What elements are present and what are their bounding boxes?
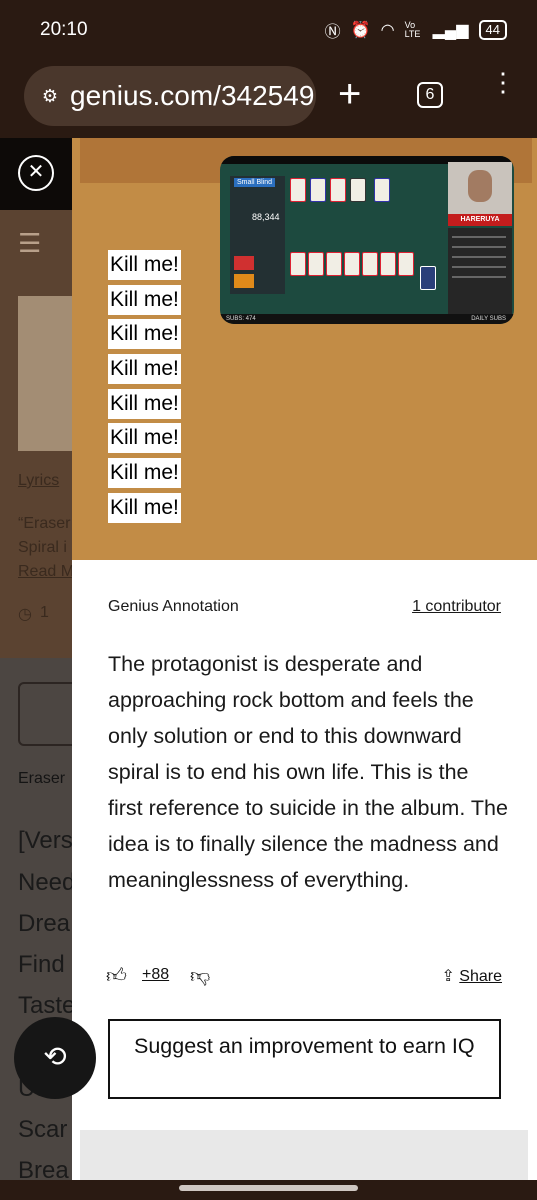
clock-icon: ◷ <box>18 606 32 623</box>
quoted-lyric-line: Kill me! <box>108 284 181 315</box>
video-card <box>290 178 306 202</box>
video-card <box>344 252 360 276</box>
annotation-body: The protagonist is desperate and approac… <box>108 652 508 892</box>
video-subs-left: SUBS: 474 <box>226 316 256 322</box>
video-chat-line <box>452 236 506 238</box>
share-label: Share <box>459 968 502 985</box>
status-icons: Ⓝ ⏰ ◠ Vo LTE ▂▄▆ 44 <box>325 18 507 42</box>
lyric-line: [Vers <box>18 827 73 854</box>
url-text[interactable]: genius.com/342549 <box>70 80 314 112</box>
thumb-up-icon[interactable]: 👍︎ <box>106 964 127 988</box>
lyric-line: Drea <box>18 910 71 937</box>
network-type: Vo LTE <box>404 20 421 39</box>
description-line: “Eraser <box>18 515 71 532</box>
battery-icon: 44 <box>478 20 507 40</box>
lyrics-link[interactable]: Lyrics <box>18 472 59 490</box>
album-label: Eraser <box>18 770 66 787</box>
video-brand-banner: HARERUYA <box>448 214 512 226</box>
wifi-icon: ◠ <box>380 22 395 39</box>
album-cover <box>18 296 72 451</box>
vote-count[interactable]: +88 <box>142 966 169 984</box>
description-line: Spiral i <box>18 539 67 556</box>
navigation-bar <box>0 1180 537 1200</box>
video-streamer <box>468 170 492 202</box>
video-bottom-bar: SUBS: 474 DAILY SUBS <box>220 314 514 324</box>
video-chat-line <box>452 276 506 278</box>
lyric-line: Taste <box>18 992 76 1019</box>
status-bar: 20:10 Ⓝ ⏰ ◠ Vo LTE ▂▄▆ 44 <box>0 0 537 60</box>
video-card <box>362 252 378 276</box>
thumb-down-icon[interactable]: 👎︎ <box>190 964 210 988</box>
share-button[interactable]: ⇪ Share <box>441 966 502 986</box>
video-card <box>380 252 396 276</box>
video-card <box>398 252 414 276</box>
history-count: 1 <box>40 604 49 621</box>
alarm-icon: ⏰ <box>350 22 371 39</box>
video-card <box>350 178 366 202</box>
video-chat-line <box>452 246 506 248</box>
bottom-placeholder <box>80 1130 528 1180</box>
quoted-lyric-line: Kill me! <box>108 354 181 385</box>
quoted-lyrics: Kill me! Kill me! Kill me! Kill me! Kill… <box>108 250 181 528</box>
video-card <box>420 266 436 290</box>
video-chat-line <box>452 266 506 268</box>
contributors-link[interactable]: 1 contributor <box>412 598 501 616</box>
video-player[interactable]: Small Blind 88,344 HARERUYA SUBS: 474 DA… <box>220 156 514 324</box>
tab-switcher-button[interactable]: 6 <box>417 82 443 108</box>
vote-row: 👍︎ +88 👎︎ ⇪ Share <box>106 964 502 988</box>
menu-icon[interactable]: ⋮ <box>490 69 516 95</box>
address-bar[interactable]: ⚙ genius.com/342549 <box>24 66 316 126</box>
suggest-improvement-button[interactable]: Suggest an improvement to earn IQ <box>108 1019 501 1099</box>
read-more-link[interactable]: Read M <box>18 563 74 581</box>
lyric-line: Find <box>18 951 65 978</box>
video-chat-line <box>452 256 506 258</box>
video-score: 88,344 <box>252 212 280 222</box>
annotation-label: Genius Annotation <box>108 598 239 615</box>
lyric-line: Scar <box>18 1116 68 1143</box>
browser-toolbar: ⚙ genius.com/342549 + 6 ⋮ <box>0 60 537 138</box>
video-blind-label: Small Blind <box>234 178 276 187</box>
video-button <box>234 256 254 270</box>
gesture-handle[interactable] <box>179 1185 358 1191</box>
quoted-lyric-line: Kill me! <box>108 492 181 523</box>
video-chat-panel <box>448 228 512 314</box>
annotation-header: Kill me! Kill me! Kill me! Kill me! Kill… <box>72 138 537 560</box>
screen-rotate-icon[interactable]: ⟲ <box>14 1017 96 1099</box>
tune-icon[interactable]: ⚙ <box>34 86 66 107</box>
video-subs-right: DAILY SUBS <box>471 316 506 322</box>
lyric-line: Brea <box>18 1157 69 1180</box>
signal-icon: ▂▄▆ <box>432 22 469 39</box>
video-card <box>310 178 326 202</box>
video-button <box>234 274 254 288</box>
quoted-lyric-line: Kill me! <box>108 423 181 454</box>
video-card <box>290 252 306 276</box>
ticket-icon[interactable] <box>18 682 78 746</box>
annotation-modal: Kill me! Kill me! Kill me! Kill me! Kill… <box>72 138 537 1180</box>
status-time: 20:10 <box>40 19 88 40</box>
video-card <box>308 252 324 276</box>
new-tab-button[interactable]: + <box>338 72 361 116</box>
close-icon[interactable]: ✕ <box>18 155 54 191</box>
hamburger-icon[interactable]: ☰ <box>18 228 41 259</box>
quoted-lyric-line: Kill me! <box>108 388 181 419</box>
quoted-lyric-line: Kill me! <box>108 458 181 489</box>
video-card <box>374 178 390 202</box>
video-card <box>326 252 342 276</box>
video-card <box>330 178 346 202</box>
nfc-icon: Ⓝ <box>324 24 341 41</box>
quoted-lyric-line: Kill me! <box>108 250 181 280</box>
lyric-line: Need <box>18 869 76 896</box>
share-icon: ⇪ <box>441 968 455 985</box>
quoted-lyric-line: Kill me! <box>108 319 181 350</box>
